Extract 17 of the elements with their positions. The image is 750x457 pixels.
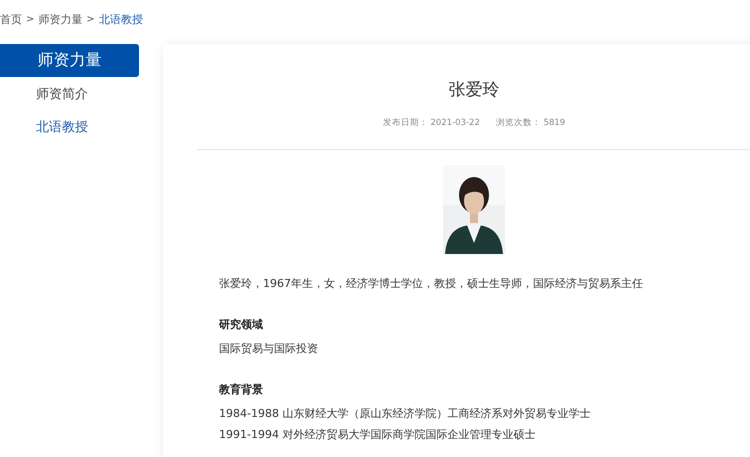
breadcrumb-link[interactable]: 北语教授 bbox=[98, 12, 143, 26]
breadcrumb-separator: > bbox=[26, 14, 34, 24]
sidebar-item[interactable]: 北语教授 bbox=[36, 110, 88, 143]
section-text: 1984-1988 山东财经大学（原山东经济学院）工商经济系对外贸易专业学士 bbox=[219, 406, 592, 421]
breadcrumb-link[interactable]: 首页 bbox=[0, 12, 22, 26]
breadcrumb-separator: > bbox=[86, 14, 95, 24]
breadcrumb-link[interactable]: 师资力量 bbox=[38, 12, 82, 26]
sidebar-item[interactable]: 师资简介 bbox=[36, 77, 88, 110]
intro-paragraph: 张爱玲，1967年生，女，经济学博士学位，教授，硕士生导师，国际经济与贸易系主任 bbox=[219, 276, 644, 291]
sidebar-title: 师资力量 bbox=[0, 44, 139, 77]
section-heading: 研究领域 bbox=[219, 317, 264, 332]
view-count: 浏览次数： 5819 bbox=[496, 117, 566, 129]
article-title: 张爱玲 bbox=[448, 79, 500, 101]
section-heading: 教育背景 bbox=[219, 382, 264, 397]
section-text: 1991-1994 对外经济贸易大学国际商学院国际企业管理专业硕士 bbox=[219, 427, 536, 442]
publish-date: 发布日期： 2021-03-22 bbox=[382, 117, 480, 129]
section-text: 国际贸易与国际投资 bbox=[219, 341, 319, 356]
